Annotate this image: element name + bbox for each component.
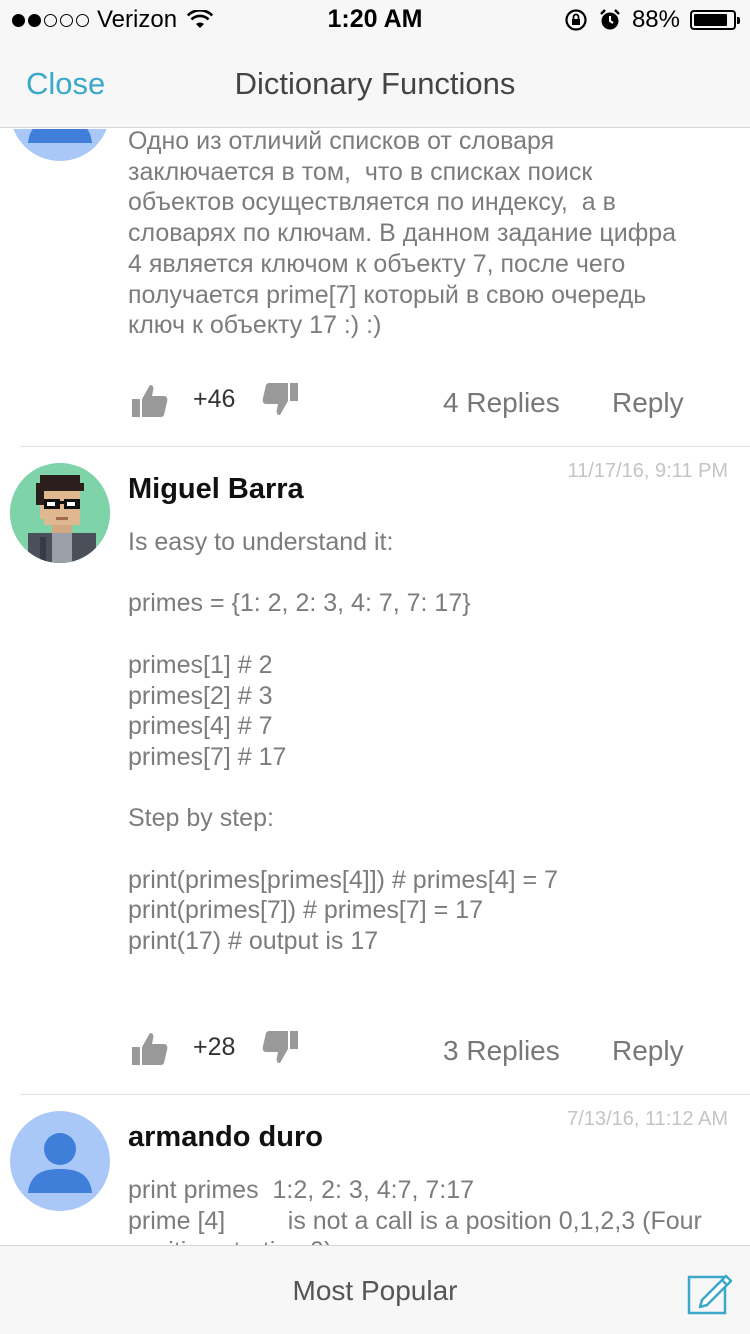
reply-button[interactable]: Reply	[612, 1035, 684, 1067]
compose-icon[interactable]	[686, 1268, 734, 1316]
battery-percent: 88%	[631, 6, 680, 33]
thumbs-down-icon[interactable]	[260, 379, 300, 419]
avatar[interactable]	[10, 1111, 110, 1211]
comment-author[interactable]: Miguel Barra	[128, 473, 304, 506]
thumbs-down-icon[interactable]	[260, 1027, 300, 1067]
vote-count: +46	[193, 385, 236, 413]
bottom-toolbar: Most Popular	[0, 1245, 750, 1334]
rotation-lock-icon	[565, 9, 587, 31]
comment-date: 11/17/16, 9:11 PM	[567, 460, 728, 482]
page-title: Dictionary Functions	[234, 66, 516, 101]
reply-button[interactable]: Reply	[612, 387, 684, 419]
vote-count: +28	[193, 1033, 236, 1061]
replies-link[interactable]: 3 Replies	[443, 1035, 560, 1067]
avatar[interactable]	[10, 129, 110, 161]
comment-body: Одно из отличий списков от словаря заклю…	[128, 129, 677, 340]
navigation-bar: Close Dictionary Functions	[0, 40, 750, 128]
comment-item: armando duro 7/13/16, 11:12 AM print pri…	[0, 1095, 750, 1245]
replies-link[interactable]: 4 Replies	[443, 387, 560, 419]
comment-body: Is easy to understand it: primes = {1: 2…	[128, 528, 558, 956]
thumbs-up-icon[interactable]	[130, 381, 170, 421]
thumbs-up-icon[interactable]	[130, 1029, 170, 1069]
comment-author[interactable]: armando duro	[128, 1121, 323, 1154]
battery-icon	[690, 10, 740, 30]
status-bar: Verizon 1:20 AM 88%	[0, 0, 750, 40]
status-icons: 88%	[564, 6, 740, 34]
avatar[interactable]	[10, 463, 110, 563]
default-user-icon	[28, 129, 92, 143]
pixel-avatar-icon	[10, 463, 110, 563]
comment-body: print primes 1:2, 2: 3, 4:7, 7:17 prime …	[128, 1176, 702, 1245]
comment-date: 7/13/16, 11:12 AM	[567, 1108, 728, 1130]
sort-most-popular-button[interactable]: Most Popular	[0, 1275, 750, 1307]
comment-actions: +46 4 Replies Reply	[0, 377, 750, 437]
comment-actions: +28 3 Replies Reply	[0, 1025, 750, 1085]
default-user-icon	[28, 1133, 92, 1193]
alarm-icon	[600, 9, 620, 30]
comments-list[interactable]: Одно из отличий списков от словаря заклю…	[0, 129, 750, 1245]
comment-item: Miguel Barra 11/17/16, 9:11 PM Is easy t…	[0, 447, 750, 1095]
